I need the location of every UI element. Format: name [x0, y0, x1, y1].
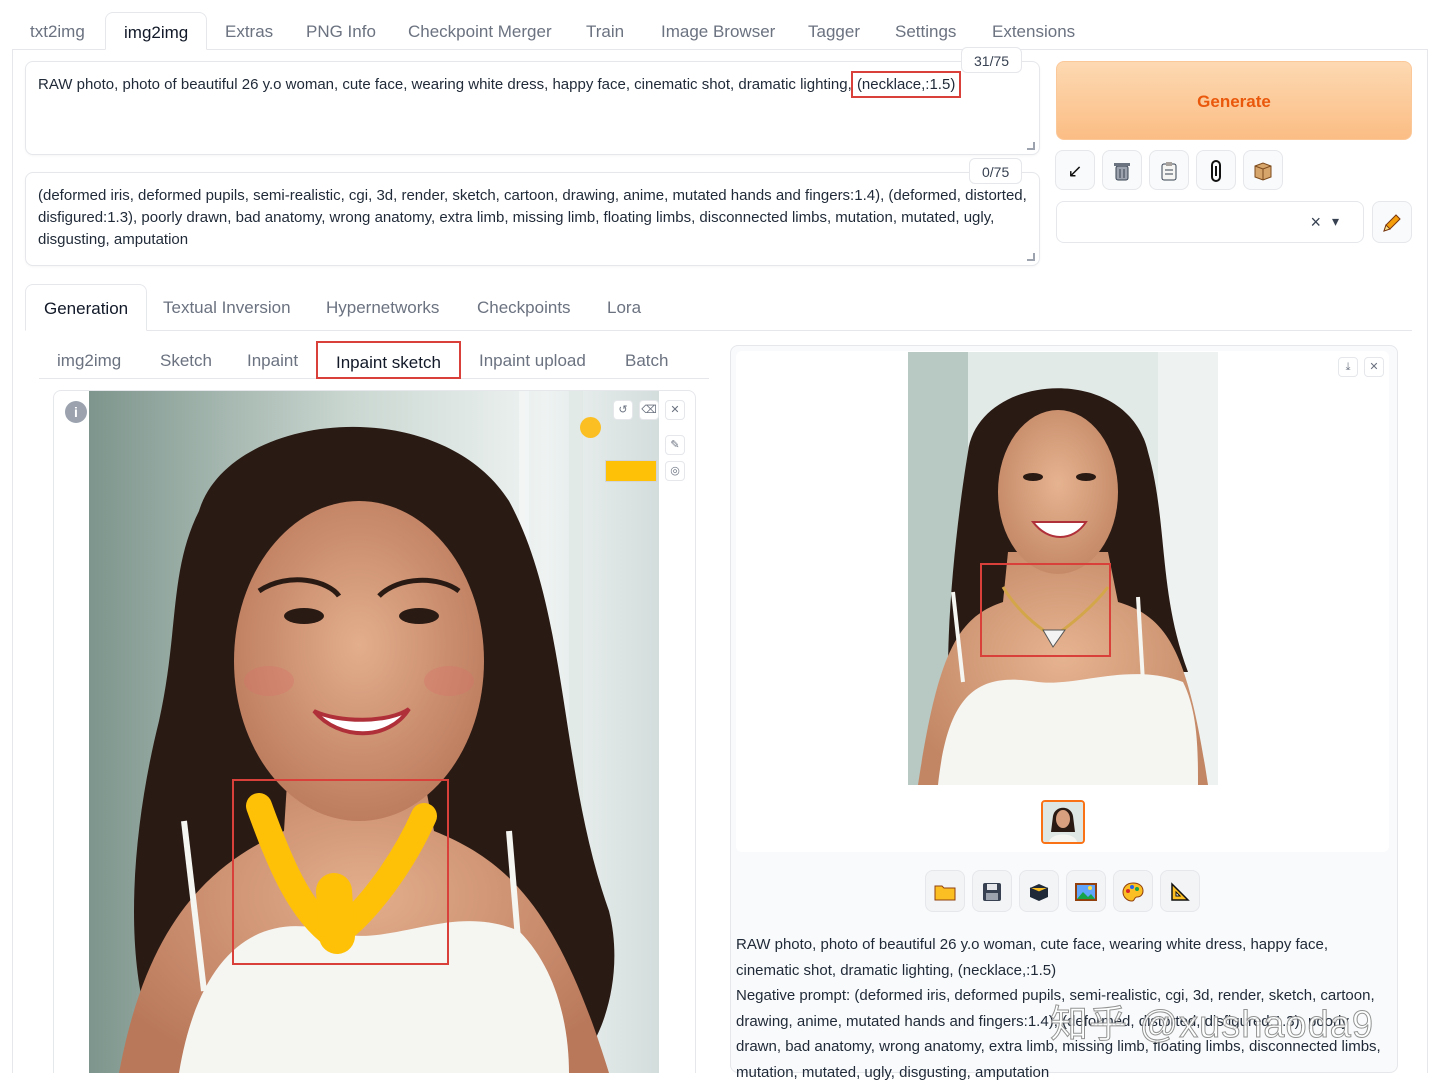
top-tab-bar: txt2img img2img Extras PNG Info Checkpoi… [12, 12, 1428, 50]
clipboard-icon[interactable] [1149, 150, 1189, 190]
arrow-icon[interactable]: ↙ [1055, 150, 1095, 190]
close-icon[interactable]: ✕ [665, 400, 685, 420]
tab-inpaint[interactable]: Inpaint [229, 341, 316, 379]
tab-hypernetworks[interactable]: Hypernetworks [308, 284, 457, 331]
tab-img2img[interactable]: img2img [105, 12, 208, 50]
tab-textual-inversion[interactable]: Textual Inversion [145, 284, 309, 331]
inpaint-sketch-canvas[interactable] [89, 391, 659, 1073]
paperclip-icon[interactable] [1196, 150, 1236, 190]
negative-token-counter: 0/75 [969, 158, 1023, 184]
close-icon[interactable]: ✕ [1364, 357, 1384, 377]
download-icon[interactable]: ⤓ [1338, 357, 1358, 377]
tab-extensions[interactable]: Extensions [974, 12, 1093, 50]
tab-png-info[interactable]: PNG Info [288, 12, 394, 50]
info-prompt: RAW photo, photo of beautiful 26 y.o wom… [736, 936, 1329, 979]
tab-checkpoint-merger[interactable]: Checkpoint Merger [390, 12, 570, 50]
prompt-token-counter: 31/75 [961, 47, 1023, 73]
watermark-text: 知乎 @xushaoda9 [1049, 1004, 1375, 1047]
tab-lora[interactable]: Lora [589, 284, 659, 331]
palette-icon[interactable] [1113, 870, 1153, 912]
prompt-input[interactable]: RAW photo, photo of beautiful 26 y.o wom… [25, 61, 1040, 155]
portrait-image [89, 391, 659, 1073]
tab-tagger[interactable]: Tagger [790, 12, 878, 50]
info-icon[interactable]: i [65, 401, 87, 423]
tab-train[interactable]: Train [568, 12, 642, 50]
chevron-down-icon[interactable]: ▾ [1332, 213, 1339, 230]
tab-sketch[interactable]: Sketch [142, 341, 230, 379]
tab-txt2img[interactable]: txt2img [12, 12, 103, 50]
trash-icon[interactable] [1102, 150, 1142, 190]
eraser-icon[interactable]: ⌫ [639, 400, 659, 420]
gallery-thumbnail[interactable] [1041, 800, 1085, 844]
ruler-icon[interactable] [1160, 870, 1200, 912]
tab-checkpoints[interactable]: Checkpoints [459, 284, 589, 331]
pencil-icon[interactable] [1372, 201, 1412, 243]
brush-color-swatch[interactable] [605, 460, 657, 482]
brush-size-indicator[interactable] [580, 417, 601, 438]
resize-handle[interactable] [1027, 253, 1035, 261]
brush-icon[interactable]: ✎ [665, 435, 685, 455]
tab-inpaint-upload[interactable]: Inpaint upload [461, 341, 604, 379]
tab-settings[interactable]: Settings [877, 12, 974, 50]
negative-prompt-text: (deformed iris, deformed pupils, semi-re… [38, 187, 1027, 248]
clear-styles-button[interactable]: × [1310, 212, 1321, 233]
mode-tab-bar: img2img Sketch Inpaint Inpaint sketch In… [39, 341, 709, 379]
tab-generation[interactable]: Generation [25, 284, 148, 331]
undo-icon[interactable]: ↺ [613, 400, 633, 420]
save-icon[interactable] [972, 870, 1012, 912]
tab-extras[interactable]: Extras [207, 12, 291, 50]
negative-prompt-input[interactable]: (deformed iris, deformed pupils, semi-re… [25, 172, 1040, 266]
styles-dropdown[interactable]: × ▾ [1056, 201, 1364, 243]
color-picker-icon[interactable]: ◎ [665, 461, 685, 481]
tab-image-browser[interactable]: Image Browser [643, 12, 793, 50]
resize-handle[interactable] [1027, 142, 1035, 150]
tab-batch[interactable]: Batch [607, 341, 686, 379]
zip-icon[interactable] [1019, 870, 1059, 912]
highlight-box-result [980, 563, 1111, 657]
tab-img2img-mode[interactable]: img2img [39, 341, 139, 379]
folder-icon[interactable] [925, 870, 965, 912]
tab-inpaint-sketch[interactable]: Inpaint sketch [316, 341, 461, 379]
prompt-text: RAW photo, photo of beautiful 26 y.o wom… [38, 76, 856, 93]
highlight-box-sketch [232, 779, 449, 965]
generate-button[interactable]: Generate [1056, 61, 1412, 140]
prompt-highlight: (necklace,:1.5) [850, 71, 962, 98]
generation-tab-bar: Generation Textual Inversion Hypernetwor… [25, 284, 1412, 331]
box-icon[interactable] [1243, 150, 1283, 190]
image-icon[interactable] [1066, 870, 1106, 912]
